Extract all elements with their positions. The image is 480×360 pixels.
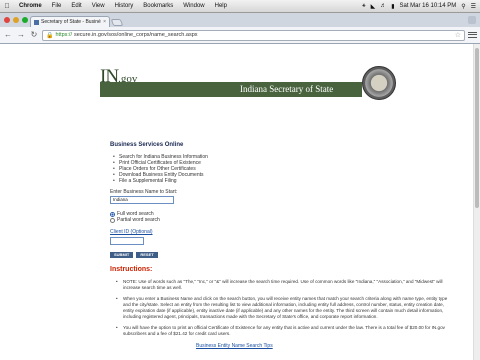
business-name-input[interactable]: Indiana	[110, 196, 174, 204]
menu-chrome[interactable]: Chrome	[14, 3, 47, 9]
menu-window[interactable]: Window	[178, 3, 209, 9]
service-link-supplemental-filing[interactable]: File a Supplemental Filing	[110, 178, 450, 184]
header-banner: Indiana Secretary of State	[100, 82, 362, 97]
services-list: Search for Indiana Business Information …	[110, 154, 450, 184]
submit-button[interactable]: SUBMIT	[110, 252, 134, 258]
minimize-window-button[interactable]	[13, 17, 19, 23]
instructions-heading: Instructions:	[110, 266, 153, 273]
maximize-window-button[interactable]	[22, 17, 28, 23]
favicon-icon	[34, 19, 39, 25]
instruction-item: When you enter a Business Name and click…	[110, 296, 450, 320]
business-name-label: Enter Business Name to Start:	[110, 189, 178, 195]
back-icon[interactable]: ←	[3, 30, 13, 40]
main-content: Business Services Online Search for Indi…	[110, 142, 450, 342]
partial-word-radio[interactable]	[110, 217, 115, 223]
tab-title: Secretary of State - Businé	[41, 19, 101, 25]
tab-close-icon[interactable]: ×	[103, 19, 106, 25]
banner-title: Indiana Secretary of State	[240, 84, 334, 94]
reset-button[interactable]: RESET	[136, 252, 158, 258]
menubar-status-area: ⚹ ◣ ♬ ▮ Sat Mar 16 10:14 PM ⚲ ☰	[362, 3, 480, 10]
forward-icon[interactable]: →	[16, 30, 26, 40]
browser-toolbar: ← → ↻ 🔒 https:// secure.in.gov/sos/onlin…	[0, 27, 480, 44]
address-bar[interactable]: 🔒 https:// secure.in.gov/sos/online_corp…	[42, 29, 465, 41]
search-tips-link[interactable]: Business Entity Name Search Tips	[196, 343, 273, 349]
form-buttons: SUBMIT RESET	[110, 252, 450, 258]
state-seal-icon	[362, 66, 396, 100]
battery-icon[interactable]: ▮	[391, 3, 394, 10]
page-viewport: IN .gov Indiana Secretary of State Busin…	[0, 44, 473, 360]
bookmark-star-icon[interactable]: ☆	[455, 31, 461, 39]
partial-word-label: Partial word search	[117, 217, 160, 223]
client-id-input[interactable]	[110, 237, 144, 245]
menubar-clock[interactable]: Sat Mar 16 10:14 PM	[400, 3, 457, 9]
wifi-icon[interactable]: ◣	[371, 3, 376, 10]
lock-icon[interactable]: 🔒	[46, 32, 53, 39]
menu-file[interactable]: File	[47, 3, 67, 9]
chrome-menu-icon[interactable]	[468, 31, 477, 40]
search-mode-group: Full word search Partial word search	[110, 211, 450, 223]
menu-bookmarks[interactable]: Bookmarks	[138, 3, 178, 9]
url-scheme: https://	[55, 32, 72, 38]
page-body: IN .gov Indiana Secretary of State Busin…	[98, 44, 473, 360]
list-icon[interactable]: ☰	[471, 3, 476, 10]
mac-menubar:  Chrome File Edit View History Bookmark…	[0, 0, 480, 13]
close-window-button[interactable]	[4, 17, 10, 23]
screen:  Chrome File Edit View History Bookmark…	[0, 0, 480, 360]
page-scrollbar[interactable]	[473, 44, 480, 360]
instructions-list: NOTE: Use of words such as "The," "Inc,"…	[110, 279, 450, 337]
instruction-item: NOTE: Use of words such as "The," "Inc,"…	[110, 279, 450, 291]
url-path: secure.in.gov/sos/online_corps/name_sear…	[74, 32, 198, 38]
browser-tab[interactable]: Secretary of State - Businé ×	[30, 16, 110, 27]
search-icon[interactable]: ⚲	[461, 3, 465, 10]
menu-history[interactable]: History	[110, 3, 139, 9]
menu-view[interactable]: View	[87, 3, 110, 9]
radio-partial-word-row[interactable]: Partial word search	[110, 217, 450, 223]
volume-icon[interactable]: ♬	[380, 3, 386, 9]
menu-help[interactable]: Help	[210, 3, 232, 9]
site-header: IN .gov Indiana Secretary of State	[100, 66, 472, 103]
bluetooth-icon[interactable]: ⚹	[362, 3, 366, 10]
profile-icon[interactable]	[468, 16, 476, 24]
reload-icon[interactable]: ↻	[29, 30, 39, 40]
scrollbar-thumb[interactable]	[475, 48, 479, 208]
menu-edit[interactable]: Edit	[66, 3, 86, 9]
client-id-link[interactable]: Client ID (Optional)	[110, 229, 450, 235]
browser-tabstrip: Secretary of State - Businé ×	[0, 13, 480, 27]
apple-icon[interactable]: 	[0, 3, 14, 10]
section-title: Business Services Online	[110, 142, 184, 148]
instruction-item: You will have the option to print an off…	[110, 325, 450, 337]
full-word-radio[interactable]	[110, 211, 115, 217]
new-tab-button[interactable]	[110, 19, 124, 26]
window-controls	[4, 17, 28, 23]
